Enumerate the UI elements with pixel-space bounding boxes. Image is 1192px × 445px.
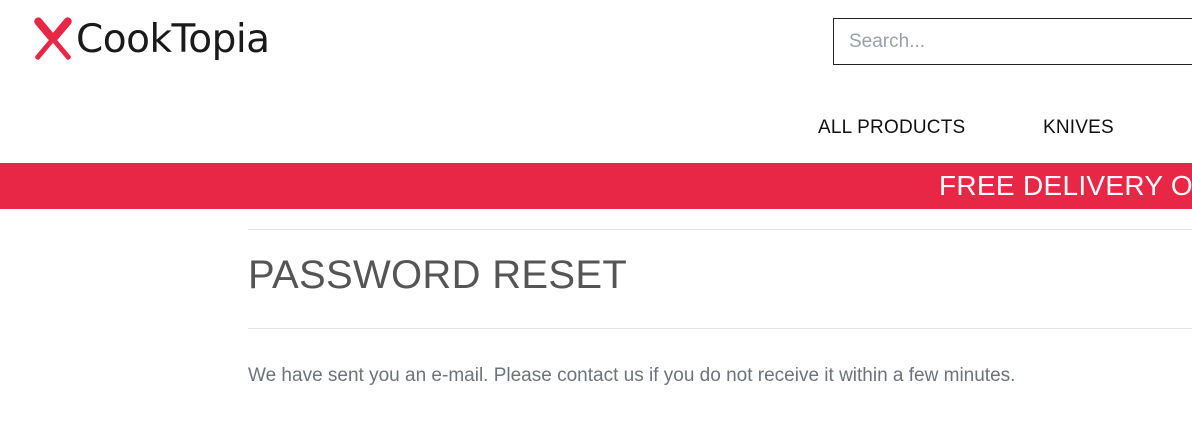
search-box[interactable] — [833, 18, 1192, 65]
promo-banner: FREE DELIVERY ON — [0, 163, 1192, 209]
divider-top — [248, 229, 1192, 230]
nav-item-knives[interactable]: KNIVES — [1043, 117, 1114, 139]
search-input[interactable] — [834, 19, 1192, 64]
main-nav: ALL PRODUCTS KNIVES — [0, 117, 1192, 141]
promo-banner-text: FREE DELIVERY ON — [939, 170, 1192, 201]
divider-bottom — [248, 328, 1192, 329]
logo-link[interactable]: CookTopia — [24, 10, 270, 68]
nav-item-all-products[interactable]: ALL PRODUCTS — [818, 117, 965, 139]
logo-text: CookTopia — [76, 16, 270, 62]
crossed-knives-icon — [24, 10, 82, 68]
confirmation-message: We have sent you an e-mail. Please conta… — [248, 365, 1016, 386]
page-title: PASSWORD RESET — [248, 253, 628, 297]
